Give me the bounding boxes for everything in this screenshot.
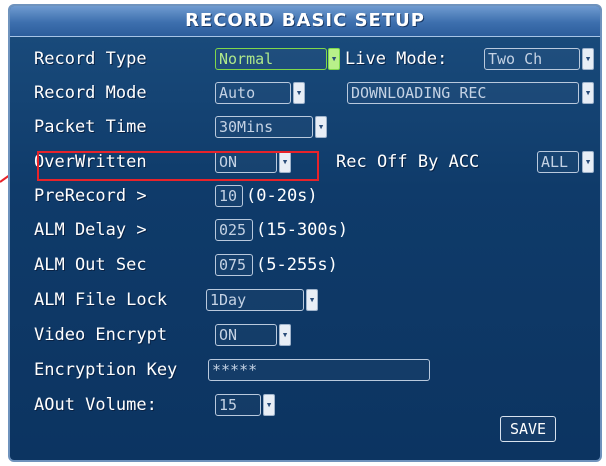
record-mode-select[interactable]: Auto bbox=[215, 82, 291, 104]
video-encrypt-dropdown-icon[interactable]: ▾ bbox=[279, 324, 291, 346]
packet-time-label: Packet Time bbox=[34, 117, 147, 137]
alm-out-sec-range: (5-255s) bbox=[256, 255, 338, 275]
aout-volume-dropdown-icon[interactable]: ▾ bbox=[263, 394, 275, 416]
overwritten-highlight-box bbox=[37, 151, 319, 181]
rec-off-acc-label: Rec Off By ACC bbox=[336, 152, 480, 172]
downloading-rec-dropdown-icon[interactable]: ▾ bbox=[582, 82, 594, 104]
record-type-dropdown-icon[interactable]: ▾ bbox=[328, 48, 340, 70]
save-button[interactable]: SAVE bbox=[500, 416, 556, 442]
record-basic-setup-panel: RECORD BASIC SETUP Record Type Normal ▾ … bbox=[8, 4, 602, 462]
prerecord-input[interactable]: 10 bbox=[215, 185, 243, 207]
alm-file-lock-label: ALM File Lock bbox=[34, 290, 168, 310]
alm-delay-label: ALM Delay > bbox=[34, 220, 147, 240]
live-mode-dropdown-icon[interactable]: ▾ bbox=[582, 48, 594, 70]
prerecord-range: (0-20s) bbox=[246, 186, 318, 206]
live-mode-label: Live Mode: bbox=[345, 49, 448, 69]
rec-off-acc-dropdown-icon[interactable]: ▾ bbox=[582, 151, 594, 173]
packet-time-dropdown-icon[interactable]: ▾ bbox=[315, 116, 327, 138]
rec-off-acc-select[interactable]: ALL bbox=[537, 151, 579, 173]
page-title: RECORD BASIC SETUP bbox=[10, 6, 600, 37]
encryption-key-input[interactable]: ***** bbox=[208, 359, 430, 381]
record-mode-dropdown-icon[interactable]: ▾ bbox=[293, 82, 305, 104]
alm-out-sec-label: ALM Out Sec bbox=[34, 255, 147, 275]
alm-delay-input[interactable]: 025 bbox=[215, 219, 253, 241]
aout-volume-select[interactable]: 15 bbox=[215, 394, 261, 416]
live-mode-select[interactable]: Two Ch bbox=[484, 48, 580, 70]
record-type-label: Record Type bbox=[34, 49, 147, 69]
encryption-key-label: Encryption Key bbox=[34, 360, 178, 380]
alm-file-lock-dropdown-icon[interactable]: ▾ bbox=[306, 289, 318, 311]
video-encrypt-select[interactable]: ON bbox=[215, 324, 277, 346]
packet-time-select[interactable]: 30Mins bbox=[215, 116, 313, 138]
aout-volume-label: AOut Volume: bbox=[34, 395, 157, 415]
downloading-rec-select[interactable]: DOWNLOADING REC bbox=[347, 82, 579, 104]
alm-out-sec-input[interactable]: 075 bbox=[215, 254, 253, 276]
prerecord-label: PreRecord > bbox=[34, 186, 147, 206]
record-type-select[interactable]: Normal bbox=[215, 48, 327, 70]
alm-file-lock-select[interactable]: 1Day bbox=[206, 289, 304, 311]
record-mode-label: Record Mode bbox=[34, 83, 147, 103]
video-encrypt-label: Video Encrypt bbox=[34, 325, 168, 345]
alm-delay-range: (15-300s) bbox=[256, 220, 349, 240]
